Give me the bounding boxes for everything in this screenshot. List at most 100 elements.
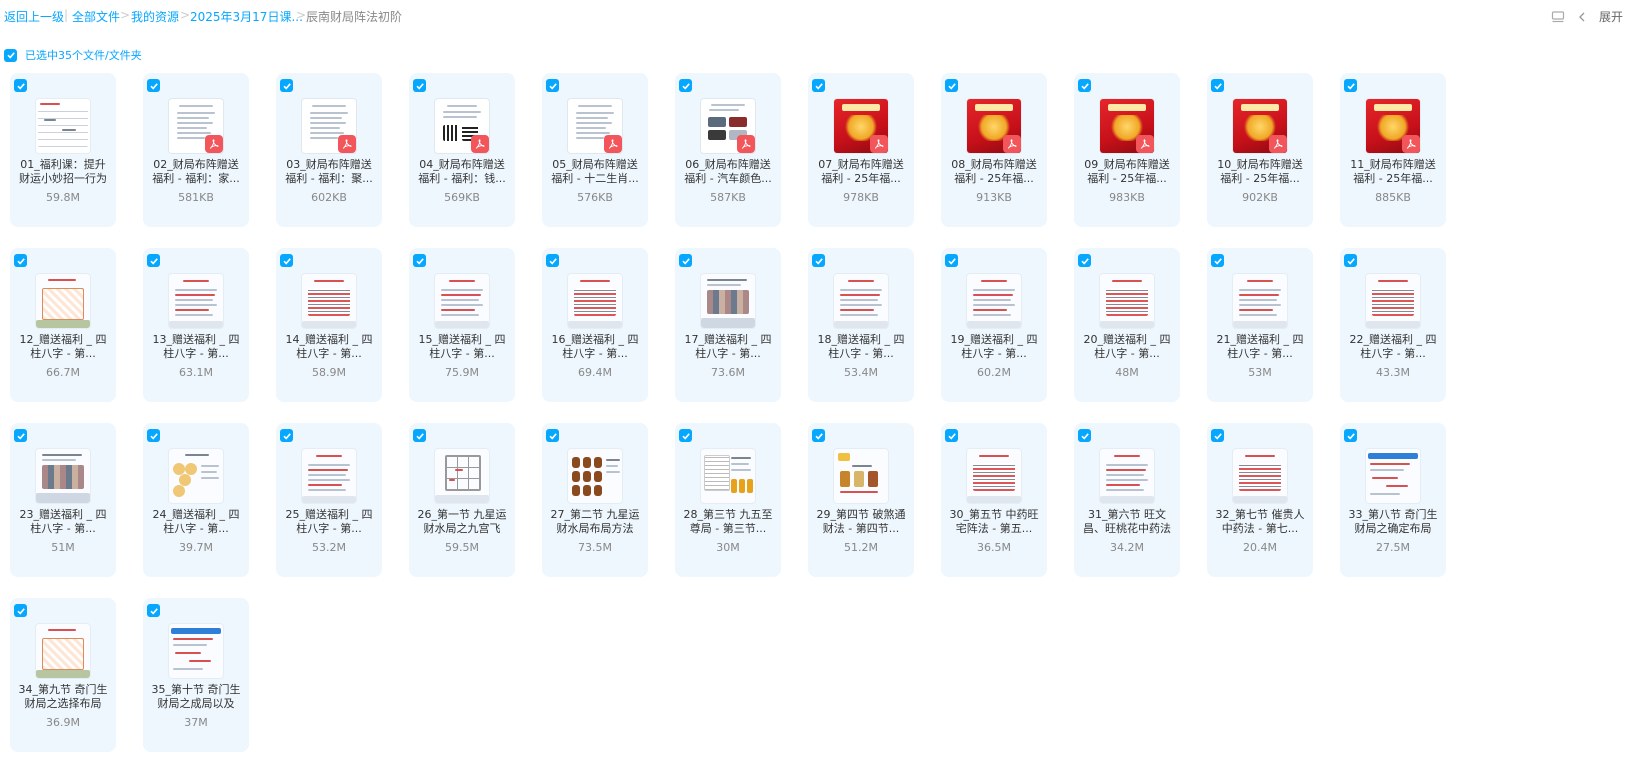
file-name: 29_第四节 破煞通财法 - 第四节...	[816, 508, 906, 535]
file-checkbox[interactable]	[1078, 254, 1091, 267]
file-card[interactable]: 08_财局布阵赠送福利 - 25年福... 913KB	[941, 73, 1047, 227]
file-checkbox[interactable]	[14, 254, 27, 267]
file-card[interactable]: 19_赠送福利 _ 四柱八字 - 第... 60.2M	[941, 248, 1047, 402]
file-checkbox[interactable]	[14, 429, 27, 442]
file-checkbox[interactable]	[1211, 79, 1224, 92]
file-checkbox[interactable]	[812, 429, 825, 442]
pdf-icon	[205, 135, 223, 153]
file-card[interactable]: 20_赠送福利 _ 四柱八字 - 第... 48M	[1074, 248, 1180, 402]
file-card[interactable]: 18_赠送福利 _ 四柱八字 - 第... 53.4M	[808, 248, 914, 402]
file-card[interactable]: 10_财局布阵赠送福利 - 25年福... 902KB	[1207, 73, 1313, 227]
file-size: 576KB	[577, 191, 613, 204]
file-checkbox[interactable]	[546, 254, 559, 267]
file-checkbox[interactable]	[945, 254, 958, 267]
file-size: 73.6M	[711, 366, 745, 379]
file-card[interactable]: 34_第九节 奇门生财局之选择布局 36.9M	[10, 598, 116, 752]
file-card[interactable]: 23_赠送福利 _ 四柱八字 - 第... 51M	[10, 423, 116, 577]
file-card[interactable]: 32_第七节 催贵人中药法 - 第七... 20.4M	[1207, 423, 1313, 577]
file-checkbox[interactable]	[679, 429, 692, 442]
file-thumbnail	[1100, 449, 1154, 503]
file-card[interactable]: 33_第八节 奇门生财局之确定布局 27.5M	[1340, 423, 1446, 577]
file-card[interactable]: 17_赠送福利 _ 四柱八字 - 第... 73.6M	[675, 248, 781, 402]
file-card[interactable]: 35_第十节 奇门生财局之成局以及 37M	[143, 598, 249, 752]
file-checkbox[interactable]	[413, 429, 426, 442]
file-card[interactable]: 15_赠送福利 _ 四柱八字 - 第... 75.9M	[409, 248, 515, 402]
file-card[interactable]: 02_财局布阵赠送福利 - 福利：家... 581KB	[143, 73, 249, 227]
file-card[interactable]: 09_财局布阵赠送福利 - 25年福... 983KB	[1074, 73, 1180, 227]
file-card[interactable]: 16_赠送福利 _ 四柱八字 - 第... 69.4M	[542, 248, 648, 402]
breadcrumb-all-files[interactable]: 全部文件	[72, 8, 120, 25]
file-card[interactable]: 14_赠送福利 _ 四柱八字 - 第... 58.9M	[276, 248, 382, 402]
selection-count: 已选中35个文件/文件夹	[25, 49, 142, 62]
file-card[interactable]: 07_财局布阵赠送福利 - 25年福... 978KB	[808, 73, 914, 227]
file-card[interactable]: 05_财局布阵赠送福利 - 十二生肖... 576KB	[542, 73, 648, 227]
file-card[interactable]: 22_赠送福利 _ 四柱八字 - 第... 43.3M	[1340, 248, 1446, 402]
back-link[interactable]: 返回上一级	[4, 8, 64, 25]
file-checkbox[interactable]	[147, 604, 160, 617]
file-checkbox[interactable]	[812, 79, 825, 92]
file-card[interactable]: 31_第六节 旺文昌、旺桃花中药法 34.2M	[1074, 423, 1180, 577]
file-card[interactable]: 27_第二节 九星运财水局布局方法 73.5M	[542, 423, 648, 577]
file-checkbox[interactable]	[679, 79, 692, 92]
breadcrumb-my-resources[interactable]: 我的资源	[131, 8, 179, 25]
file-checkbox[interactable]	[546, 429, 559, 442]
breadcrumb-course-folder[interactable]: 2025年3月17日课...	[190, 8, 303, 25]
chevron-left-icon[interactable]	[1575, 9, 1589, 23]
file-checkbox[interactable]	[280, 429, 293, 442]
file-checkbox[interactable]	[14, 79, 27, 92]
file-card[interactable]: 24_赠送福利 _ 四柱八字 - 第... 39.7M	[143, 423, 249, 577]
file-thumbnail	[1100, 274, 1154, 328]
file-card[interactable]: 26_第一节 九星运财水局之九宫飞 59.5M	[409, 423, 515, 577]
file-checkbox[interactable]	[1078, 429, 1091, 442]
file-checkbox[interactable]	[147, 79, 160, 92]
file-name: 06_财局布阵赠送福利 - 汽车颜色...	[684, 158, 772, 185]
file-size: 53.4M	[844, 366, 878, 379]
file-checkbox[interactable]	[1344, 79, 1357, 92]
file-size: 39.7M	[179, 541, 213, 554]
file-checkbox[interactable]	[413, 254, 426, 267]
file-card[interactable]: 12_赠送福利 _ 四柱八字 - 第... 66.7M	[10, 248, 116, 402]
file-card[interactable]: 28_第三节 九五至尊局 - 第三节... 30M	[675, 423, 781, 577]
file-checkbox[interactable]	[280, 79, 293, 92]
file-checkbox[interactable]	[280, 254, 293, 267]
file-size: 602KB	[311, 191, 347, 204]
file-checkbox[interactable]	[413, 79, 426, 92]
file-checkbox[interactable]	[1344, 254, 1357, 267]
view-mode-icon[interactable]	[1551, 9, 1565, 23]
file-size: 69.4M	[578, 366, 612, 379]
file-size: 75.9M	[445, 366, 479, 379]
file-card[interactable]: 04_财局布阵赠送福利 - 福利：钱... 569KB	[409, 73, 515, 227]
file-card[interactable]: 25_赠送福利 _ 四柱八字 - 第... 53.2M	[276, 423, 382, 577]
pdf-badge	[870, 135, 888, 153]
file-name: 20_赠送福利 _ 四柱八字 - 第...	[1083, 333, 1171, 360]
breadcrumb-separator-icon: >	[296, 8, 307, 22]
file-card[interactable]: 03_财局布阵赠送福利 - 福利：聚... 602KB	[276, 73, 382, 227]
file-thumbnail	[169, 624, 223, 678]
file-size: 37M	[184, 716, 208, 729]
file-checkbox[interactable]	[1211, 429, 1224, 442]
file-name: 01_福利课：提升财运小妙招一行为	[19, 158, 107, 185]
file-checkbox[interactable]	[147, 254, 160, 267]
file-card[interactable]: 21_赠送福利 _ 四柱八字 - 第... 53M	[1207, 248, 1313, 402]
pdf-badge	[1402, 135, 1420, 153]
file-size: 36.9M	[46, 716, 80, 729]
file-thumbnail	[36, 274, 90, 328]
file-card[interactable]: 11_财局布阵赠送福利 - 25年福... 885KB	[1340, 73, 1446, 227]
file-checkbox[interactable]	[1211, 254, 1224, 267]
file-card[interactable]: 30_第五节 中药旺宅阵法 - 第五... 36.5M	[941, 423, 1047, 577]
file-checkbox[interactable]	[147, 429, 160, 442]
file-checkbox[interactable]	[679, 254, 692, 267]
file-checkbox[interactable]	[812, 254, 825, 267]
select-all-checkbox[interactable]	[4, 48, 17, 62]
file-checkbox[interactable]	[1344, 429, 1357, 442]
file-checkbox[interactable]	[14, 604, 27, 617]
file-card[interactable]: 29_第四节 破煞通财法 - 第四节... 51.2M	[808, 423, 914, 577]
file-checkbox[interactable]	[546, 79, 559, 92]
file-checkbox[interactable]	[945, 429, 958, 442]
file-checkbox[interactable]	[945, 79, 958, 92]
file-card[interactable]: 06_财局布阵赠送福利 - 汽车颜色... 587KB	[675, 73, 781, 227]
expand-button[interactable]: 展开	[1599, 8, 1623, 25]
file-card[interactable]: 13_赠送福利 _ 四柱八字 - 第... 63.1M	[143, 248, 249, 402]
file-checkbox[interactable]	[1078, 79, 1091, 92]
file-card[interactable]: 01_福利课：提升财运小妙招一行为 59.8M	[10, 73, 116, 227]
